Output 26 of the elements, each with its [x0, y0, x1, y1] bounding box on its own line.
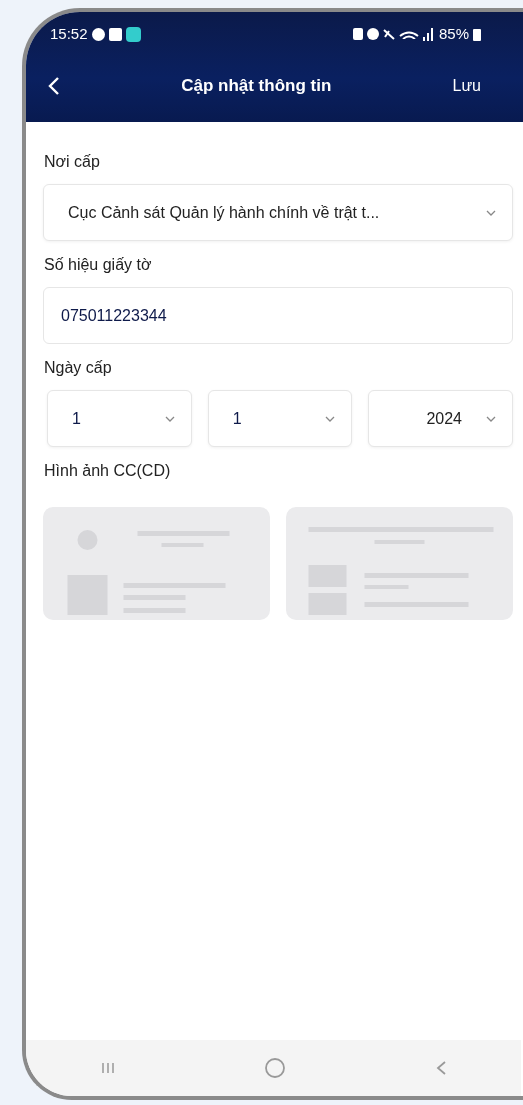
- save-button[interactable]: Lưu: [452, 74, 481, 98]
- wifi-icon: [398, 29, 419, 39]
- dropdown-field[interactable]: Cục Cảnh sát Quản lý hành chính về trật t...: [43, 184, 513, 241]
- caret-icon: [486, 209, 496, 216]
- back-icon[interactable]: [48, 76, 60, 96]
- caret-icon: [486, 415, 496, 422]
- caret-icon: [325, 415, 336, 422]
- field-label: Nơi cấp: [44, 152, 101, 172]
- status-time: 15:52: [50, 23, 88, 44]
- dropdown-field[interactable]: 1: [207, 390, 353, 447]
- dropdown-field[interactable]: 2024: [368, 390, 513, 447]
- back-nav-icon[interactable]: [434, 1060, 447, 1076]
- signal-icon: [422, 27, 435, 41]
- app-notification-icon: [125, 26, 141, 42]
- home-icon[interactable]: [264, 1057, 287, 1079]
- text-input-field[interactable]: 075011223344: [43, 287, 513, 344]
- field-label: Ngày cấp: [44, 358, 113, 378]
- field-label: Hình ảnh CC(CD): [44, 461, 172, 481]
- screen-title: Cập nhật thông tin: [181, 75, 332, 98]
- caret-icon: [164, 415, 175, 422]
- battery-percent: 85%: [438, 23, 469, 44]
- recent-apps-icon[interactable]: [100, 1061, 117, 1075]
- mute-icon: [382, 28, 395, 40]
- dropdown-field[interactable]: 1: [47, 390, 192, 447]
- battery-icon: [473, 27, 481, 41]
- field-label: Số hiệu giấy tờ: [44, 255, 153, 275]
